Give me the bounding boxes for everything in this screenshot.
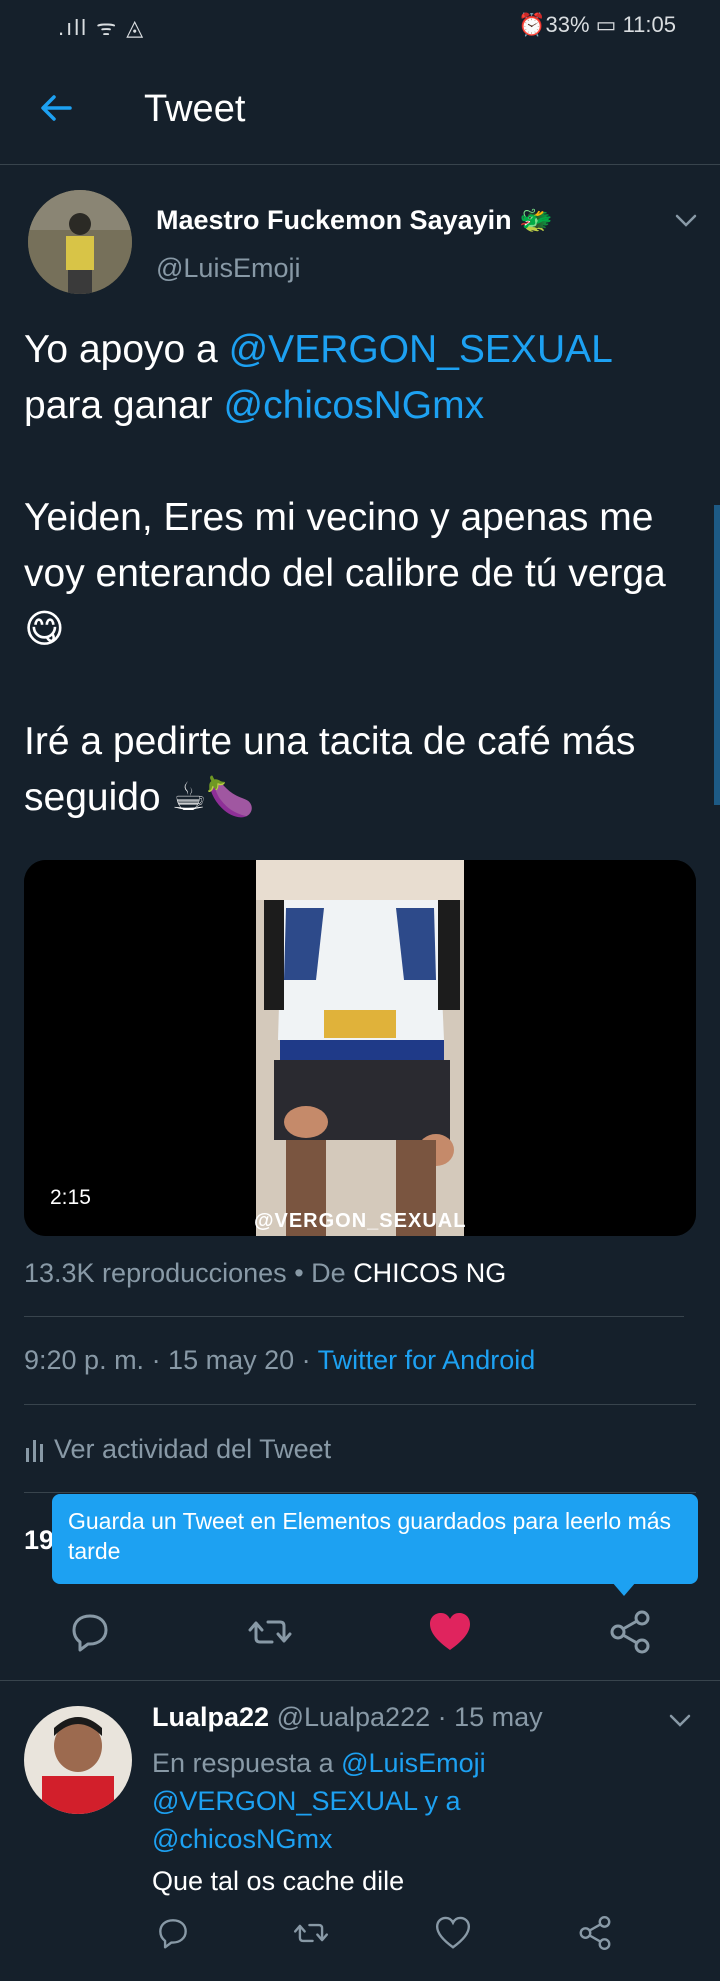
from-prefix: De — [311, 1258, 346, 1288]
divider — [24, 1316, 684, 1317]
signal-indicators: .ıll ᯤ ◬ — [58, 15, 146, 40]
tweet-text: Yo apoyo a @VERGON_SEXUAL para ganar @ch… — [24, 322, 704, 826]
in-reply-to: En respuesta a @LuisEmoji @VERGON_SEXUAL… — [152, 1744, 486, 1858]
mention-link[interactable]: @chicosNGmx — [152, 1824, 332, 1854]
scrollbar[interactable] — [714, 505, 720, 805]
client-link[interactable]: Twitter for Android — [318, 1345, 536, 1375]
mention-link[interactable]: @VERGON_SEXUAL — [229, 328, 613, 371]
save-tweet-tooltip[interactable]: Guarda un Tweet en Elementos guardados p… — [52, 1494, 698, 1584]
author-handle[interactable]: @LuisEmoji — [156, 253, 300, 284]
reply-author-name[interactable]: Lualpa22 — [152, 1702, 269, 1732]
author-avatar[interactable] — [28, 190, 132, 294]
like-icon[interactable] — [426, 1608, 474, 1656]
reply-text: Que tal os cache dile — [152, 1866, 405, 1896]
tweet-text-line2: para ganar — [24, 384, 224, 427]
retweet-icon[interactable] — [246, 1608, 294, 1656]
share-icon[interactable] — [606, 1608, 654, 1656]
status-bar: .ıll ᯤ ◬ ⏰33% ▭ 11:05 — [0, 0, 720, 54]
video-duration: 2:15 — [50, 1186, 91, 1209]
like-icon[interactable] — [434, 1914, 472, 1952]
mention-link[interactable]: @VERGON_SEXUAL y a — [152, 1786, 461, 1816]
reply-header: Lualpa22 @Lualpa222 · 15 may — [152, 1702, 543, 1733]
tweet-paragraph: Yeiden, Eres mi vecino y apenas me voy e… — [24, 496, 666, 651]
status-right: ⏰33% ▭ 11:05 — [518, 12, 676, 37]
reply-icon[interactable] — [66, 1608, 114, 1656]
in-reply-prefix: En respuesta a — [152, 1748, 342, 1778]
activity-bars-icon — [26, 1440, 43, 1462]
tooltip-tail — [612, 1582, 636, 1596]
likes-count-partial: 19 — [24, 1525, 55, 1555]
video-player[interactable]: @VERGON_SEXUAL — [24, 860, 696, 1236]
chevron-down-icon[interactable] — [672, 206, 700, 234]
timestamp-line: 9:20 p. m. · 15 may 20 · Twitter for And… — [24, 1345, 535, 1376]
views-count: 13.3K reproducciones — [24, 1258, 287, 1288]
views-line: 13.3K reproducciones • De CHICOS NG — [24, 1258, 506, 1289]
reply-author-handle[interactable]: @Lualpa222 — [277, 1702, 431, 1732]
reply-icon[interactable] — [154, 1914, 192, 1952]
mention-link[interactable]: @chicosNGmx — [223, 384, 484, 427]
divider — [24, 1492, 696, 1493]
page-title: Tweet — [144, 88, 246, 130]
author-name[interactable]: Maestro Fuckemon Sayayin 🐲 — [156, 204, 553, 236]
activity-label: Ver actividad del Tweet — [54, 1434, 332, 1464]
video-thumbnail — [24, 860, 696, 1236]
timestamp: 9:20 p. m. · 15 may 20 · — [24, 1345, 318, 1375]
from-channel[interactable]: CHICOS NG — [353, 1258, 506, 1288]
reply-author-avatar[interactable] — [24, 1706, 132, 1814]
back-arrow-icon[interactable] — [36, 88, 76, 128]
tweet-text-line1: Yo apoyo a — [24, 328, 229, 371]
top-bar — [0, 54, 720, 165]
divider — [0, 1680, 720, 1681]
tweet-activity-link[interactable]: Ver actividad del Tweet — [24, 1434, 331, 1465]
chevron-down-icon[interactable] — [666, 1706, 694, 1734]
video-watermark: @VERGON_SEXUAL — [254, 1210, 467, 1232]
divider — [24, 1404, 696, 1405]
tweet-paragraph: Iré a pedirte una tacita de café más seg… — [24, 720, 636, 819]
separator-dot: • — [294, 1258, 304, 1288]
retweet-icon[interactable] — [292, 1914, 330, 1952]
mention-link[interactable]: @LuisEmoji — [341, 1748, 485, 1778]
reply-date: · 15 may — [437, 1702, 543, 1732]
share-icon[interactable] — [576, 1914, 614, 1952]
